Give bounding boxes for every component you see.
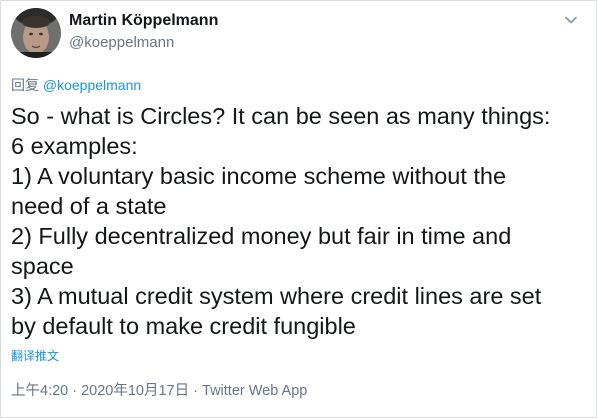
tweet-text-line: need of a state [11, 193, 167, 219]
tweet-text-line: 2) Fully decentralized money but fair in… [11, 223, 512, 249]
tweet-text-line: space [11, 253, 74, 279]
reply-prefix: 回复 [11, 77, 39, 93]
reply-mention-link[interactable]: @koeppelmann [43, 77, 141, 93]
tweet-text-line: 3) A mutual credit system where credit l… [11, 283, 542, 309]
avatar-image [11, 8, 61, 58]
avatar[interactable] [11, 8, 61, 58]
meta-separator: · [189, 383, 203, 399]
author-name[interactable]: Martin Köppelmann [69, 12, 218, 30]
tweet-timestamp[interactable]: 上午4:20 · 2020年10月17日 [11, 383, 189, 399]
translate-tweet-link[interactable]: 翻译推文 [11, 347, 59, 364]
reply-context: 回复 @koeppelmann [11, 75, 141, 95]
tweet-text-line: So - what is Circles? It can be seen as … [11, 103, 551, 129]
tweet-text-line: by default to make credit fungible [11, 313, 356, 339]
tweet-source[interactable]: Twitter Web App [202, 383, 307, 399]
tweet-text-line: 1) A voluntary basic income scheme witho… [11, 163, 507, 189]
chevron-down-icon[interactable] [564, 13, 578, 27]
tweet-text-line: 6 examples: [11, 133, 138, 159]
tweet-text: So - what is Circles? It can be seen as … [11, 101, 589, 341]
author-handle[interactable]: @koeppelmann [69, 34, 174, 51]
tweet-card: Martin Köppelmann @koeppelmann 回复 @koepp… [0, 0, 597, 418]
tweet-metadata: 上午4:20 · 2020年10月17日 · Twitter Web App [11, 379, 307, 400]
